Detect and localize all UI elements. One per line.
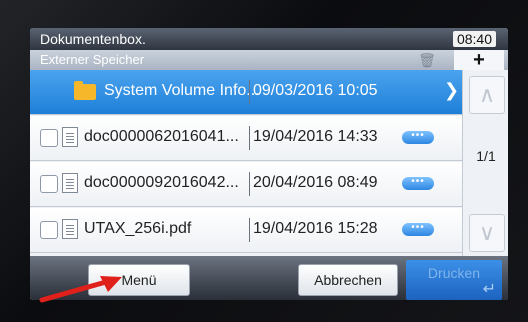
checkbox[interactable]: [40, 175, 58, 193]
more-options-button[interactable]: •••: [402, 131, 434, 144]
touch-screen: Dokumentenbox. 08:40 Externer Speicher 🗑…: [30, 28, 508, 300]
location-title: Externer Speicher: [40, 52, 145, 67]
cancel-button[interactable]: Abbrechen: [298, 264, 398, 296]
file-name: doc0000062016041...: [84, 128, 239, 145]
file-date: 09/03/2016 10:05: [253, 82, 378, 99]
list-item[interactable]: System Volume Info... 09/03/2016 10:05 ❯: [30, 70, 462, 115]
title-bar: Dokumentenbox. 08:40: [30, 28, 508, 50]
print-button-label: Drucken: [427, 265, 481, 281]
list-item[interactable]: UTAX_256i.pdf 19/04/2016 15:28 •••: [30, 208, 462, 253]
location-bar: Externer Speicher 🗑 +: [30, 50, 508, 70]
checkbox[interactable]: [40, 221, 58, 239]
file-list: System Volume Info... 09/03/2016 10:05 ❯…: [30, 70, 462, 256]
more-options-button[interactable]: •••: [402, 177, 434, 190]
add-button[interactable]: +: [454, 50, 504, 70]
page-indicator: 1/1: [476, 148, 496, 164]
document-icon: [62, 173, 78, 193]
column-divider: [249, 126, 250, 150]
pagination-column: ∧ 1/1 ∨: [462, 70, 508, 256]
document-icon: [62, 219, 78, 239]
scroll-up-button[interactable]: ∧: [469, 76, 505, 114]
scroll-down-button[interactable]: ∨: [469, 214, 505, 252]
file-name: UTAX_256i.pdf: [84, 220, 192, 237]
file-name: System Volume Info...: [104, 82, 260, 99]
file-date: 19/04/2016 15:28: [253, 220, 378, 237]
file-date: 20/04/2016 08:49: [253, 174, 378, 191]
column-divider: [249, 218, 250, 242]
list-item[interactable]: doc0000062016041... 19/04/2016 14:33 •••: [30, 116, 462, 161]
more-options-button[interactable]: •••: [402, 223, 434, 236]
document-icon: [62, 127, 78, 147]
print-button[interactable]: Drucken ↵: [406, 260, 502, 300]
enter-icon: ↵: [482, 281, 496, 298]
annotation-arrow: [39, 276, 122, 303]
clock: 08:40: [452, 31, 496, 47]
column-divider: [249, 172, 250, 196]
column-divider: [249, 80, 250, 104]
checkbox[interactable]: [40, 129, 58, 147]
app-title: Dokumentenbox.: [40, 31, 146, 47]
file-name: doc0000092016042...: [84, 174, 239, 191]
file-date: 19/04/2016 14:33: [253, 128, 378, 145]
trash-icon[interactable]: 🗑: [412, 51, 442, 69]
chevron-right-icon[interactable]: ❯: [444, 80, 459, 101]
folder-icon: [74, 81, 96, 100]
list-item[interactable]: doc0000092016042... 20/04/2016 08:49 •••: [30, 162, 462, 207]
